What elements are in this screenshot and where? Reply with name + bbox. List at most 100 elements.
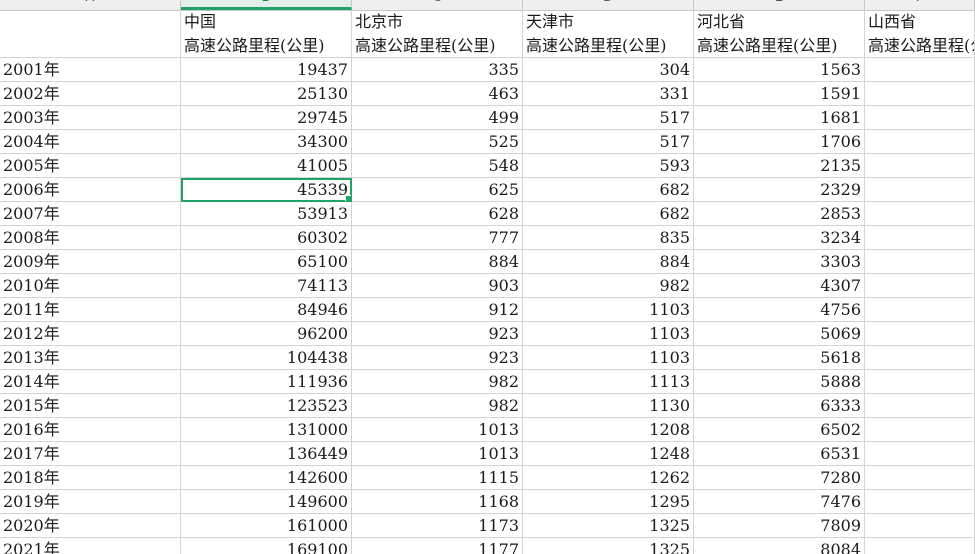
value-cell[interactable]: 29745: [181, 106, 352, 130]
value-cell[interactable]: [865, 274, 975, 298]
year-cell[interactable]: 2002年: [0, 82, 181, 106]
value-cell[interactable]: 982: [523, 274, 694, 298]
value-cell[interactable]: [865, 466, 975, 490]
column-header-c[interactable]: C: [352, 0, 523, 10]
value-cell[interactable]: 884: [523, 250, 694, 274]
year-cell[interactable]: 2001年: [0, 58, 181, 82]
value-cell[interactable]: 525: [352, 130, 523, 154]
value-cell[interactable]: 517: [523, 130, 694, 154]
value-cell[interactable]: 1173: [352, 514, 523, 538]
value-cell[interactable]: 8084: [694, 538, 865, 554]
value-cell[interactable]: 60302: [181, 226, 352, 250]
year-cell[interactable]: 2014年: [0, 370, 181, 394]
value-cell[interactable]: [865, 106, 975, 130]
year-cell[interactable]: 2017年: [0, 442, 181, 466]
value-cell[interactable]: 3303: [694, 250, 865, 274]
value-cell[interactable]: 4756: [694, 298, 865, 322]
value-cell[interactable]: 1113: [523, 370, 694, 394]
value-cell[interactable]: 1103: [523, 298, 694, 322]
year-cell[interactable]: 2018年: [0, 466, 181, 490]
value-cell[interactable]: 1248: [523, 442, 694, 466]
value-cell[interactable]: [865, 58, 975, 82]
year-cell[interactable]: 2011年: [0, 298, 181, 322]
value-cell[interactable]: [865, 538, 975, 554]
value-cell[interactable]: 1013: [352, 418, 523, 442]
value-cell[interactable]: 7280: [694, 466, 865, 490]
value-cell[interactable]: 331: [523, 82, 694, 106]
year-cell[interactable]: 2007年: [0, 202, 181, 226]
value-cell[interactable]: [865, 514, 975, 538]
value-cell[interactable]: 6333: [694, 394, 865, 418]
value-cell[interactable]: 142600: [181, 466, 352, 490]
value-cell[interactable]: 74113: [181, 274, 352, 298]
value-cell[interactable]: 1208: [523, 418, 694, 442]
value-cell[interactable]: 1262: [523, 466, 694, 490]
region-header-cell[interactable]: 天津市: [523, 10, 694, 34]
metric-header-cell[interactable]: 高速公路里程(公里): [694, 34, 865, 58]
year-cell[interactable]: 2016年: [0, 418, 181, 442]
value-cell[interactable]: 131000: [181, 418, 352, 442]
value-cell[interactable]: 149600: [181, 490, 352, 514]
value-cell[interactable]: 682: [523, 178, 694, 202]
value-cell[interactable]: 65100: [181, 250, 352, 274]
value-cell[interactable]: 884: [352, 250, 523, 274]
value-cell[interactable]: [865, 442, 975, 466]
value-cell[interactable]: 1177: [352, 538, 523, 554]
value-cell[interactable]: 835: [523, 226, 694, 250]
value-cell[interactable]: 169100: [181, 538, 352, 554]
value-cell[interactable]: 982: [352, 394, 523, 418]
value-cell[interactable]: 777: [352, 226, 523, 250]
value-cell[interactable]: 499: [352, 106, 523, 130]
value-cell[interactable]: 304: [523, 58, 694, 82]
region-header-cell[interactable]: 河北省: [694, 10, 865, 34]
value-cell[interactable]: 1563: [694, 58, 865, 82]
year-cell[interactable]: 2012年: [0, 322, 181, 346]
year-cell[interactable]: 2015年: [0, 394, 181, 418]
column-header-a[interactable]: A: [0, 0, 181, 10]
value-cell[interactable]: 6502: [694, 418, 865, 442]
value-cell[interactable]: 1103: [523, 322, 694, 346]
year-cell[interactable]: 2008年: [0, 226, 181, 250]
column-header-d[interactable]: D: [523, 0, 694, 10]
value-cell[interactable]: 682: [523, 202, 694, 226]
value-cell[interactable]: [865, 298, 975, 322]
value-cell[interactable]: [865, 130, 975, 154]
value-cell[interactable]: 517: [523, 106, 694, 130]
value-cell[interactable]: [865, 346, 975, 370]
value-cell[interactable]: 2853: [694, 202, 865, 226]
value-cell[interactable]: 5888: [694, 370, 865, 394]
region-header-cell[interactable]: 山西省: [865, 10, 975, 34]
value-cell[interactable]: 1706: [694, 130, 865, 154]
value-cell[interactable]: 19437: [181, 58, 352, 82]
metric-header-cell[interactable]: [0, 34, 181, 58]
value-cell[interactable]: 104438: [181, 346, 352, 370]
value-cell[interactable]: 96200: [181, 322, 352, 346]
metric-header-cell[interactable]: 高速公路里程(公里): [523, 34, 694, 58]
value-cell[interactable]: [865, 250, 975, 274]
value-cell[interactable]: 161000: [181, 514, 352, 538]
value-cell[interactable]: 7476: [694, 490, 865, 514]
value-cell[interactable]: 53913: [181, 202, 352, 226]
value-cell[interactable]: [865, 226, 975, 250]
value-cell[interactable]: 5618: [694, 346, 865, 370]
column-header-f[interactable]: F: [865, 0, 975, 10]
value-cell[interactable]: 41005: [181, 154, 352, 178]
value-cell[interactable]: [865, 370, 975, 394]
value-cell[interactable]: 335: [352, 58, 523, 82]
year-cell[interactable]: 2009年: [0, 250, 181, 274]
value-cell[interactable]: [865, 418, 975, 442]
value-cell[interactable]: 2135: [694, 154, 865, 178]
year-cell[interactable]: 2005年: [0, 154, 181, 178]
value-cell[interactable]: 84946: [181, 298, 352, 322]
value-cell[interactable]: 4307: [694, 274, 865, 298]
value-cell[interactable]: [865, 154, 975, 178]
value-cell[interactable]: 903: [352, 274, 523, 298]
value-cell[interactable]: 34300: [181, 130, 352, 154]
year-cell[interactable]: 2004年: [0, 130, 181, 154]
value-cell[interactable]: [865, 82, 975, 106]
year-cell[interactable]: 2013年: [0, 346, 181, 370]
value-cell[interactable]: 628: [352, 202, 523, 226]
value-cell[interactable]: 2329: [694, 178, 865, 202]
value-cell[interactable]: 1013: [352, 442, 523, 466]
value-cell[interactable]: [865, 322, 975, 346]
